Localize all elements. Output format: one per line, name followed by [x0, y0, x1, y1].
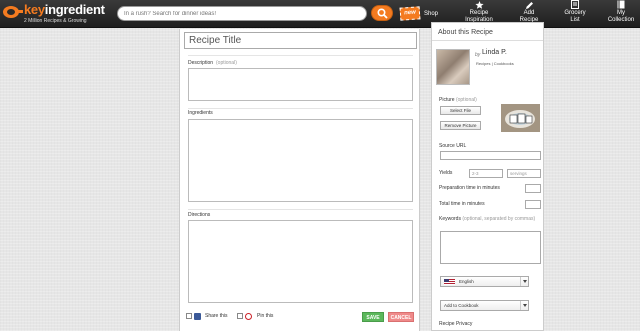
- recipe-form-card: Description(optional) Ingredients Direct…: [179, 29, 420, 331]
- nav-grocery-list-line2: List: [570, 17, 580, 23]
- recipe-title-input[interactable]: [184, 32, 417, 49]
- pencil-icon: [526, 2, 533, 9]
- recipe-inspiration-icon: [475, 1, 484, 9]
- facebook-icon: [194, 313, 201, 320]
- recipe-privacy-label: Recipe Privacy: [439, 321, 473, 327]
- pin-this-label: Pin this: [257, 313, 274, 319]
- nav-recipe-inspiration-line1: Recipe: [469, 10, 489, 16]
- author-links[interactable]: Recipes | Cookbooks: [476, 61, 514, 66]
- recipe-picture-thumbnail: [501, 104, 540, 132]
- sidebar-title-divider: [432, 40, 543, 41]
- directions-label: Directions: [188, 212, 211, 218]
- description-hint: (optional): [216, 60, 237, 66]
- author-name[interactable]: Linda P.: [482, 49, 507, 56]
- yields-label: Yields: [439, 170, 453, 176]
- picture-label-text: Picture: [439, 97, 455, 103]
- pinterest-icon: [245, 313, 252, 320]
- share-facebook-checkbox[interactable]: [186, 313, 192, 319]
- keywords-label-text: Keywords: [439, 216, 461, 222]
- total-time-input[interactable]: [525, 200, 541, 209]
- chevron-down-icon: [520, 277, 528, 286]
- recipe-photo-image: [501, 104, 540, 132]
- ingredients-textarea[interactable]: [188, 119, 413, 202]
- about-recipe-sidebar: About this Recipe by Linda P. Recipes | …: [431, 22, 544, 331]
- total-time-label: Total time in minutes: [439, 201, 485, 207]
- nav-my-collection-line2: Collection: [607, 17, 635, 23]
- source-url-label: Source URL: [439, 143, 467, 149]
- key-logo-icon: [3, 6, 23, 18]
- directions-textarea[interactable]: [188, 220, 413, 303]
- grocery-list-icon: [571, 0, 579, 9]
- search-button[interactable]: [371, 5, 393, 21]
- nav-shop-label: Shop: [423, 11, 438, 17]
- picture-label: Picture (optional): [439, 97, 477, 103]
- share-this-label: Share this: [205, 313, 228, 319]
- keyingredient-logo[interactable]: keyingredient 2 Million Recipes & Growin…: [2, 2, 118, 26]
- keywords-label: Keywords (optional, separated by commas): [439, 216, 539, 223]
- remove-picture-button[interactable]: Remove Picture: [440, 121, 481, 130]
- form-divider: [188, 108, 413, 109]
- logo-tagline: 2 Million Recipes & Growing: [24, 18, 87, 24]
- language-selected-value: English: [459, 279, 474, 284]
- us-flag-icon: [444, 279, 455, 285]
- source-url-input[interactable]: [440, 151, 541, 160]
- yields-quantity-input[interactable]: 2-3: [469, 169, 503, 178]
- prep-time-label: Preparation time in minutes: [439, 185, 500, 191]
- top-navigation-bar: keyingredient 2 Million Recipes & Growin…: [0, 0, 640, 28]
- logo-wordmark: keyingredient: [24, 2, 105, 17]
- share-pinterest-checkbox[interactable]: [237, 313, 243, 319]
- select-file-button[interactable]: Select File: [440, 106, 481, 115]
- nav-my-collection-line1: My: [617, 10, 625, 16]
- description-textarea[interactable]: [188, 68, 413, 101]
- sidebar-title: About this Recipe: [438, 29, 493, 36]
- keywords-textarea[interactable]: [440, 231, 541, 264]
- cookbook-selected-value: Add to Cookbook: [444, 303, 479, 308]
- search-icon: [377, 8, 388, 19]
- description-label: Description (optional): [188, 60, 237, 66]
- prep-time-input[interactable]: [525, 184, 541, 193]
- new-badge[interactable]: new: [399, 6, 421, 21]
- search-input[interactable]: [117, 6, 367, 21]
- cancel-button[interactable]: CANCEL: [388, 312, 414, 322]
- save-button[interactable]: SAVE: [362, 312, 384, 322]
- yields-unit-input[interactable]: servings: [507, 169, 541, 178]
- picture-hint: (optional): [455, 97, 477, 103]
- chevron-down-icon: [520, 301, 528, 310]
- form-divider: [188, 55, 413, 56]
- nav-grocery-list-line1: Grocery: [564, 10, 586, 16]
- collection-book-icon: [617, 0, 625, 9]
- language-select[interactable]: English: [440, 276, 529, 287]
- keywords-hint: (optional, separated by commas): [462, 216, 536, 222]
- cookbook-select[interactable]: Add to Cookbook: [440, 300, 529, 311]
- nav-add-recipe-line1: Add: [523, 10, 535, 16]
- author-avatar[interactable]: [436, 49, 470, 85]
- form-divider: [188, 209, 413, 210]
- nav-grocery-list[interactable]: Grocery List: [562, 0, 588, 28]
- ingredients-label: Ingredients: [188, 110, 213, 116]
- nav-my-collection[interactable]: My Collection: [604, 0, 638, 28]
- description-label-text: Description: [188, 60, 214, 66]
- author-by-label: by: [475, 52, 481, 58]
